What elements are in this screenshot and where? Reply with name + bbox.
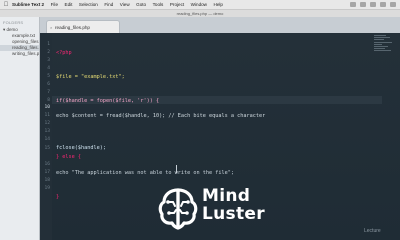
watermark: Lecture: [364, 228, 381, 234]
menu-view[interactable]: View: [120, 2, 130, 7]
brain-icon: [158, 188, 198, 230]
status-icons: [350, 2, 400, 7]
code-line[interactable]: 16 echo "The application was not able to…: [40, 153, 380, 176]
menu-project[interactable]: Project: [170, 2, 184, 7]
menu-tools[interactable]: Tools: [153, 2, 164, 7]
code-text: fclose($handle);: [56, 145, 106, 151]
code-line-current[interactable]: 10 echo $content = fread($handle, 10); /…: [40, 96, 380, 119]
tab-label: reading_files.php: [55, 25, 90, 30]
menu-selection[interactable]: Selection: [79, 2, 98, 7]
window-title: reading_files.php — demo: [0, 10, 400, 17]
menu-app[interactable]: Sublime Text 2: [12, 2, 44, 7]
menu-help[interactable]: Help: [214, 2, 223, 7]
mindluster-logo: Mind Luster: [156, 186, 296, 236]
sidebar-item-writing[interactable]: writing_files.php: [0, 51, 39, 57]
menu-goto[interactable]: Goto: [136, 2, 146, 7]
menu-find[interactable]: Find: [104, 2, 113, 7]
code-line[interactable]: 15 } else {: [40, 137, 380, 160]
code-line[interactable]: 4 $file = "example.txt";: [40, 57, 380, 80]
code-line[interactable]: 12: [40, 112, 380, 126]
apple-icon[interactable]: : [0, 2, 12, 8]
status-icon[interactable]: [380, 2, 386, 7]
status-icon[interactable]: [370, 2, 376, 7]
code-line[interactable]: 2: [40, 41, 380, 55]
menu-file[interactable]: File: [51, 2, 58, 7]
sidebar-header: FOLDERS: [3, 20, 24, 25]
menu-bar:  Sublime Text 2 File Edit Selection Fin…: [0, 0, 400, 10]
code-line[interactable]: 11: [40, 104, 380, 118]
code-line[interactable]: 5: [40, 65, 380, 79]
status-icon[interactable]: [360, 2, 366, 7]
menu-edit[interactable]: Edit: [65, 2, 73, 7]
minimap[interactable]: [374, 35, 394, 53]
tab-bar: × reading_files.php: [0, 17, 400, 34]
status-icon[interactable]: [350, 2, 356, 7]
code-line[interactable]: 3: [40, 49, 380, 63]
code-line[interactable]: 17: [40, 161, 380, 175]
tab-reading-files[interactable]: × reading_files.php: [46, 20, 120, 33]
logo-text-line2: Luster: [202, 204, 265, 224]
code-line[interactable]: 7 if($handle = fopen($file, 'r')) {: [40, 81, 380, 104]
menu-window[interactable]: Window: [191, 2, 207, 7]
code-line[interactable]: 6: [40, 73, 380, 87]
line-number: 19: [44, 186, 50, 191]
text-cursor-icon: [176, 165, 177, 173]
line-number: 15: [44, 146, 50, 151]
logo-text-line1: Mind: [202, 186, 251, 206]
sidebar: FOLDERS ▾ demo example.txt opening_files…: [0, 17, 40, 240]
code-text: }: [56, 194, 60, 200]
code-line[interactable]: 14 fclose($handle);: [40, 128, 380, 151]
code-line[interactable]: 18: [40, 169, 380, 183]
code-line[interactable]: 19 }: [40, 177, 380, 200]
code-line[interactable]: 13: [40, 120, 380, 134]
status-icon[interactable]: [390, 2, 396, 7]
code-line[interactable]: 1 <?php: [40, 33, 380, 56]
